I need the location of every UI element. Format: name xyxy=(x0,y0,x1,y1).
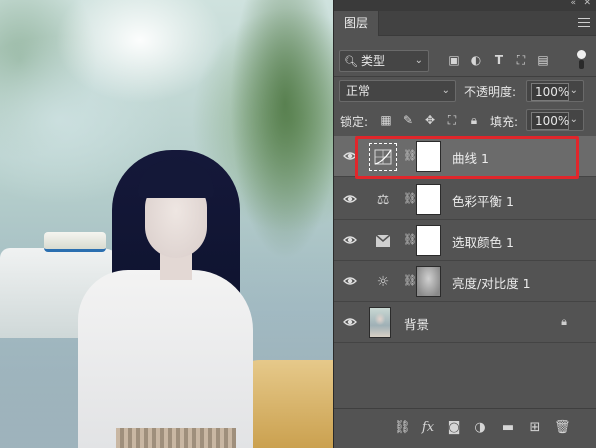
opacity-label: 不透明度: xyxy=(464,85,517,99)
layer-mask-thumbnail[interactable] xyxy=(416,266,441,297)
prevent-autonest-icon[interactable]: ⛶ xyxy=(445,113,459,127)
layer-mask-thumbnail[interactable] xyxy=(416,184,441,215)
mask-link-icon[interactable]: ⛓ xyxy=(403,274,417,288)
visibility-eye-icon[interactable] xyxy=(343,274,357,288)
smart-object-filter-icon[interactable]: ▤ xyxy=(535,52,551,68)
new-adjustment-layer-icon[interactable]: ◑ xyxy=(472,420,488,436)
image-filter-icon[interactable]: ▣ xyxy=(446,52,462,68)
layer-row-selective-color[interactable]: ⛓ 选取颜色 1 xyxy=(334,220,596,261)
fill-label: 填充: xyxy=(490,115,519,129)
layer-row-brightness-contrast[interactable]: ☼ ⛓ 亮度/对比度 1 xyxy=(334,261,596,302)
opacity-field[interactable]: 100% ⌄ xyxy=(526,80,584,102)
layer-mask-thumbnail[interactable] xyxy=(416,225,441,256)
visibility-eye-icon[interactable] xyxy=(343,233,357,247)
add-mask-icon[interactable]: ◙ xyxy=(446,420,462,436)
shape-filter-icon[interactable]: ⛶ xyxy=(513,52,529,68)
layer-name[interactable]: 选取颜色 1 xyxy=(452,232,514,251)
mask-link-icon[interactable]: ⛓ xyxy=(403,192,417,206)
panel-title-strip: « ✕ xyxy=(334,0,596,11)
layers-list: ⛓ 曲线 1 ⚖ ⛓ 色彩平衡 1 ⛓ 选取颜色 1 ☼ ⛓ 亮度/对比度 1 … xyxy=(334,133,596,408)
document-canvas-photo[interactable] xyxy=(0,0,333,448)
divider xyxy=(334,76,596,77)
delete-layer-icon[interactable]: 🗑︎ xyxy=(554,420,571,436)
blend-mode-dropdown[interactable]: 正常 ⌄ xyxy=(339,80,456,102)
lock-image-pixels-icon[interactable]: ✎ xyxy=(401,113,415,127)
layers-panel: « ✕ 图层 🔍︎ 类型 ⌄ ▣ ◐ T ⛶ ▤ 正常 ⌄ 不透明度: 100% … xyxy=(333,0,596,448)
fill-field[interactable]: 100% ⌄ xyxy=(526,109,584,131)
panel-menu-icon[interactable] xyxy=(578,18,590,30)
color-balance-icon[interactable]: ⚖ xyxy=(369,186,397,214)
search-icon: 🔍︎ xyxy=(344,55,358,68)
filter-kind-label: 类型 xyxy=(360,54,385,68)
visibility-eye-icon[interactable] xyxy=(343,192,357,206)
chevron-down-icon[interactable]: ⌄ xyxy=(570,81,578,101)
mask-link-icon[interactable]: ⛓ xyxy=(403,233,417,247)
chevron-down-icon[interactable]: ⌄ xyxy=(570,110,578,130)
tab-layers[interactable]: 图层 xyxy=(334,11,379,36)
layers-bottom-toolbar: ⛓ fx ◙ ◑ ▬ ⊞ 🗑︎ xyxy=(334,408,596,448)
lock-position-icon[interactable]: ✥ xyxy=(423,113,437,127)
opacity-value[interactable]: 100% xyxy=(531,83,569,101)
selective-color-icon[interactable] xyxy=(369,227,397,255)
fill-value[interactable]: 100% xyxy=(531,112,569,130)
visibility-eye-icon[interactable] xyxy=(343,315,357,329)
layer-lock-icon[interactable]: 🔒︎ xyxy=(561,315,567,329)
layer-name[interactable]: 色彩平衡 1 xyxy=(452,191,514,210)
photo-white-top xyxy=(78,270,253,448)
layer-name[interactable]: 背景 xyxy=(404,314,429,333)
adjustment-filter-icon[interactable]: ◐ xyxy=(468,52,484,68)
collapse-panel-icon[interactable]: « xyxy=(570,0,576,8)
new-group-icon[interactable]: ▬ xyxy=(500,420,516,436)
add-layer-style-icon[interactable]: fx xyxy=(420,420,436,436)
lock-transparent-pixels-icon[interactable]: ▦ xyxy=(379,113,393,127)
photo-trees xyxy=(230,0,333,260)
layer-row-color-balance[interactable]: ⚖ ⛓ 色彩平衡 1 xyxy=(334,179,596,220)
brightness-contrast-icon[interactable]: ☼ xyxy=(369,268,397,296)
filter-kind-dropdown[interactable]: 🔍︎ 类型 ⌄ xyxy=(339,50,429,72)
photo-taxi-sign xyxy=(44,232,106,252)
chevron-down-icon: ⌄ xyxy=(414,55,423,66)
type-filter-icon[interactable]: T xyxy=(491,52,507,68)
layer-filter-row: 🔍︎ 类型 ⌄ ▣ ◐ T ⛶ ▤ xyxy=(334,48,596,74)
photo-skirt xyxy=(116,428,236,448)
layer-row-background[interactable]: 背景 🔒︎ xyxy=(334,302,596,343)
layer-name[interactable]: 亮度/对比度 1 xyxy=(452,273,531,292)
close-panel-icon[interactable]: ✕ xyxy=(583,0,591,8)
lock-label: 锁定: xyxy=(340,115,369,129)
lock-row: 锁定: ▦ ✎ ✥ ⛶ 🔒︎ 填充: 100% ⌄ xyxy=(334,109,596,133)
new-layer-icon[interactable]: ⊞ xyxy=(527,420,543,436)
blend-row: 正常 ⌄ 不透明度: 100% ⌄ xyxy=(334,79,596,105)
filter-toggle-switch[interactable] xyxy=(577,50,586,72)
panel-tab-bar: 图层 xyxy=(334,11,596,36)
highlight-annotation-frame xyxy=(355,136,579,179)
chevron-down-icon: ⌄ xyxy=(441,85,450,96)
lock-all-icon[interactable]: 🔒︎ xyxy=(467,113,481,127)
link-layers-icon[interactable]: ⛓ xyxy=(394,420,411,436)
blend-mode-value: 正常 xyxy=(346,84,371,98)
background-layer-thumbnail[interactable] xyxy=(369,307,391,338)
